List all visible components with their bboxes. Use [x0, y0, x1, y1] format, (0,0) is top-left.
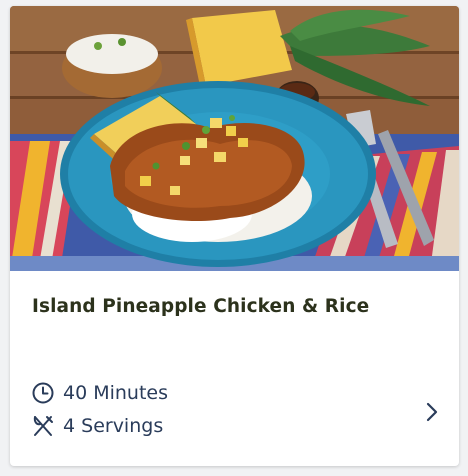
cook-time: 40 Minutes — [31, 381, 168, 405]
recipe-title: Island Pineapple Chicken & Rice — [32, 296, 370, 317]
recipe-photo — [10, 6, 459, 271]
chevron-right-icon[interactable] — [422, 400, 442, 424]
servings-label: 4 Servings — [63, 415, 164, 437]
recipe-card[interactable]: Island Pineapple Chicken & Rice 40 Minut… — [10, 6, 459, 466]
cook-time-label: 40 Minutes — [63, 382, 169, 404]
utensils-icon — [31, 414, 55, 438]
servings: 4 Servings — [31, 414, 163, 438]
clock-icon — [31, 381, 55, 405]
